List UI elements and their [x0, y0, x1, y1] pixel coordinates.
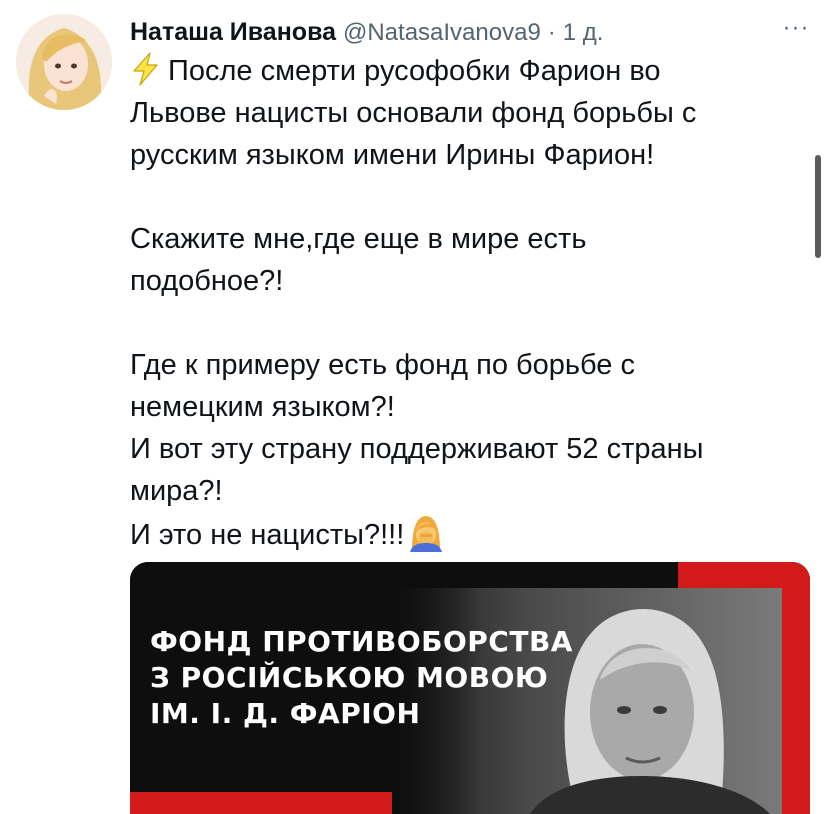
text-line: Скажите мне,где еще в мире есть	[130, 223, 587, 255]
author-handle[interactable]: @NatasaIvanova9	[343, 19, 541, 46]
more-options-icon[interactable]: ···	[776, 16, 816, 44]
author-name[interactable]: Наташа Иванова	[130, 18, 336, 46]
text-line: И это не нацисты?!!!	[130, 512, 810, 556]
tweet-media-image[interactable]: ФОНД ПРОТИВОБОРСТВА З РОСІЙСЬКОЮ МОВОЮ І…	[130, 562, 810, 814]
text-line: Где к примеру есть фонд по борьбе с	[130, 349, 635, 381]
text-line-content: И это не нацисты?!!!	[130, 519, 405, 551]
text-line: И вот эту страну поддерживают 52 страны	[130, 433, 704, 465]
text-line: Львове нацисты основали фонд борьбы с	[130, 97, 697, 129]
separator-dot: ·	[547, 19, 556, 46]
avatar[interactable]	[16, 14, 112, 110]
text-line: русским языком имени Ирины Фарион!	[130, 139, 655, 171]
media-title: ФОНД ПРОТИВОБОРСТВА З РОСІЙСЬКОЮ МОВОЮ І…	[150, 624, 650, 732]
tweet-header: Наташа Иванова @NatasaIvanova9 · 1 д.	[130, 14, 820, 50]
facepalm-emoji-icon	[410, 516, 443, 552]
text-line: мира?!	[130, 475, 223, 507]
tweet-text: После смерти русофобки Фарион во Львове …	[130, 50, 810, 556]
avatar-image	[16, 14, 112, 110]
media-title-line: ІМ. І. Д. ФАРІОН	[150, 697, 421, 730]
text-line: немецким языком?!	[130, 391, 395, 423]
lightning-bolt-icon	[133, 52, 158, 86]
scrollbar[interactable]	[815, 155, 821, 258]
media-title-line: З РОСІЙСЬКОЮ МОВОЮ	[150, 661, 549, 694]
text-line: После смерти русофобки Фарион во	[130, 50, 810, 92]
media-title-line: ФОНД ПРОТИВОБОРСТВА	[150, 625, 573, 658]
tweet-time[interactable]: 1 д.	[563, 19, 604, 46]
text-line-content: После смерти русофобки Фарион во	[168, 55, 661, 87]
text-line: подобное?!	[130, 265, 284, 297]
